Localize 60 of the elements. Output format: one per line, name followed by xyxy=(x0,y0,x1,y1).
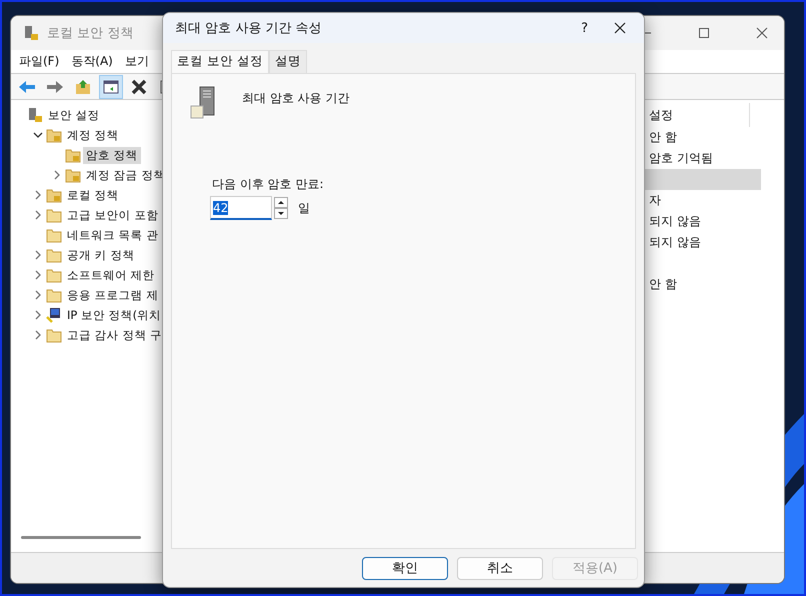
menu-item[interactable]: 보기 xyxy=(124,53,149,70)
chevron-right-icon[interactable] xyxy=(52,170,62,180)
field-label: 다음 이후 암호 만료: xyxy=(212,176,324,193)
folder-icon xyxy=(46,327,62,343)
tree-item[interactable]: 로컬 정책 xyxy=(64,186,122,204)
tree-item[interactable]: 고급 보안이 포함 xyxy=(64,206,162,224)
tree-item[interactable]: 네트워크 목록 관 xyxy=(64,226,162,244)
chevron-right-icon[interactable] xyxy=(33,270,43,280)
tree-pane-icon xyxy=(103,78,119,94)
help-button[interactable]: ? xyxy=(581,20,588,36)
close-icon[interactable] xyxy=(756,27,768,39)
toolbar-button[interactable] xyxy=(99,74,123,98)
chevron-right-icon[interactable] xyxy=(33,190,43,200)
forward-arrow-icon xyxy=(46,80,64,94)
folder-lock-icon xyxy=(65,147,81,163)
server-lock-icon xyxy=(23,25,39,41)
scrollbar-thumb[interactable] xyxy=(21,536,141,539)
folder-icon xyxy=(46,287,62,303)
tree-item[interactable]: 공개 키 정책 xyxy=(64,246,138,264)
chevron-right-icon[interactable] xyxy=(33,290,43,300)
column-header[interactable]: 설정 xyxy=(649,106,673,124)
tree-item[interactable]: IP 보안 정책(위치 xyxy=(64,306,164,324)
folder-icon xyxy=(46,227,62,243)
cancel-button[interactable]: 취소 xyxy=(457,556,543,580)
window-title: 로컬 보안 정책 xyxy=(47,25,134,42)
unit-label: 일 xyxy=(298,200,310,216)
tree-item[interactable]: 암호 정책 xyxy=(83,146,141,164)
tree-item[interactable]: 보안 설정 xyxy=(45,106,103,124)
number-field[interactable]: 42 xyxy=(210,196,272,220)
policy-name: 최대 암호 사용 기간 xyxy=(242,90,350,107)
chevron-right-icon[interactable] xyxy=(33,250,43,260)
tree-item[interactable]: 소프트웨어 제한 xyxy=(64,266,158,284)
folder-lock-icon xyxy=(46,187,62,203)
maximize-icon[interactable] xyxy=(698,27,710,39)
folder-lock-icon xyxy=(65,167,81,183)
spin-down-button[interactable] xyxy=(274,208,288,219)
tab[interactable]: 설명 xyxy=(268,50,307,73)
tab[interactable]: 로컬 보안 설정 xyxy=(171,50,269,73)
folder-icon xyxy=(46,267,62,283)
delete-x-icon xyxy=(131,78,147,94)
server-lock-icon xyxy=(27,107,43,123)
chevron-right-icon[interactable] xyxy=(33,310,43,320)
tree-item[interactable]: 계정 정책 xyxy=(64,126,122,144)
close-icon[interactable] xyxy=(614,22,626,34)
tree-item[interactable]: 고급 감사 정책 구 xyxy=(64,326,165,344)
back-arrow-icon xyxy=(18,80,36,94)
tree-item[interactable]: 응용 프로그램 제 xyxy=(64,286,162,304)
folder-icon xyxy=(46,207,62,223)
chevron-right-icon[interactable] xyxy=(33,210,43,220)
menu-item[interactable]: 파일(F) xyxy=(19,53,60,70)
computer-key-icon xyxy=(46,307,62,323)
folder-lock-icon xyxy=(46,127,62,143)
folder-icon xyxy=(46,247,62,263)
chevron-down-icon[interactable] xyxy=(33,130,43,140)
chevron-right-icon[interactable] xyxy=(33,330,43,340)
ok-button[interactable]: 확인 xyxy=(362,556,448,580)
folder-up-icon xyxy=(75,78,91,94)
menu-item[interactable]: 동작(A) xyxy=(71,53,113,70)
spin-up-button[interactable] xyxy=(274,197,288,208)
dialog-title: 최대 암호 사용 기간 속성 xyxy=(175,20,322,37)
